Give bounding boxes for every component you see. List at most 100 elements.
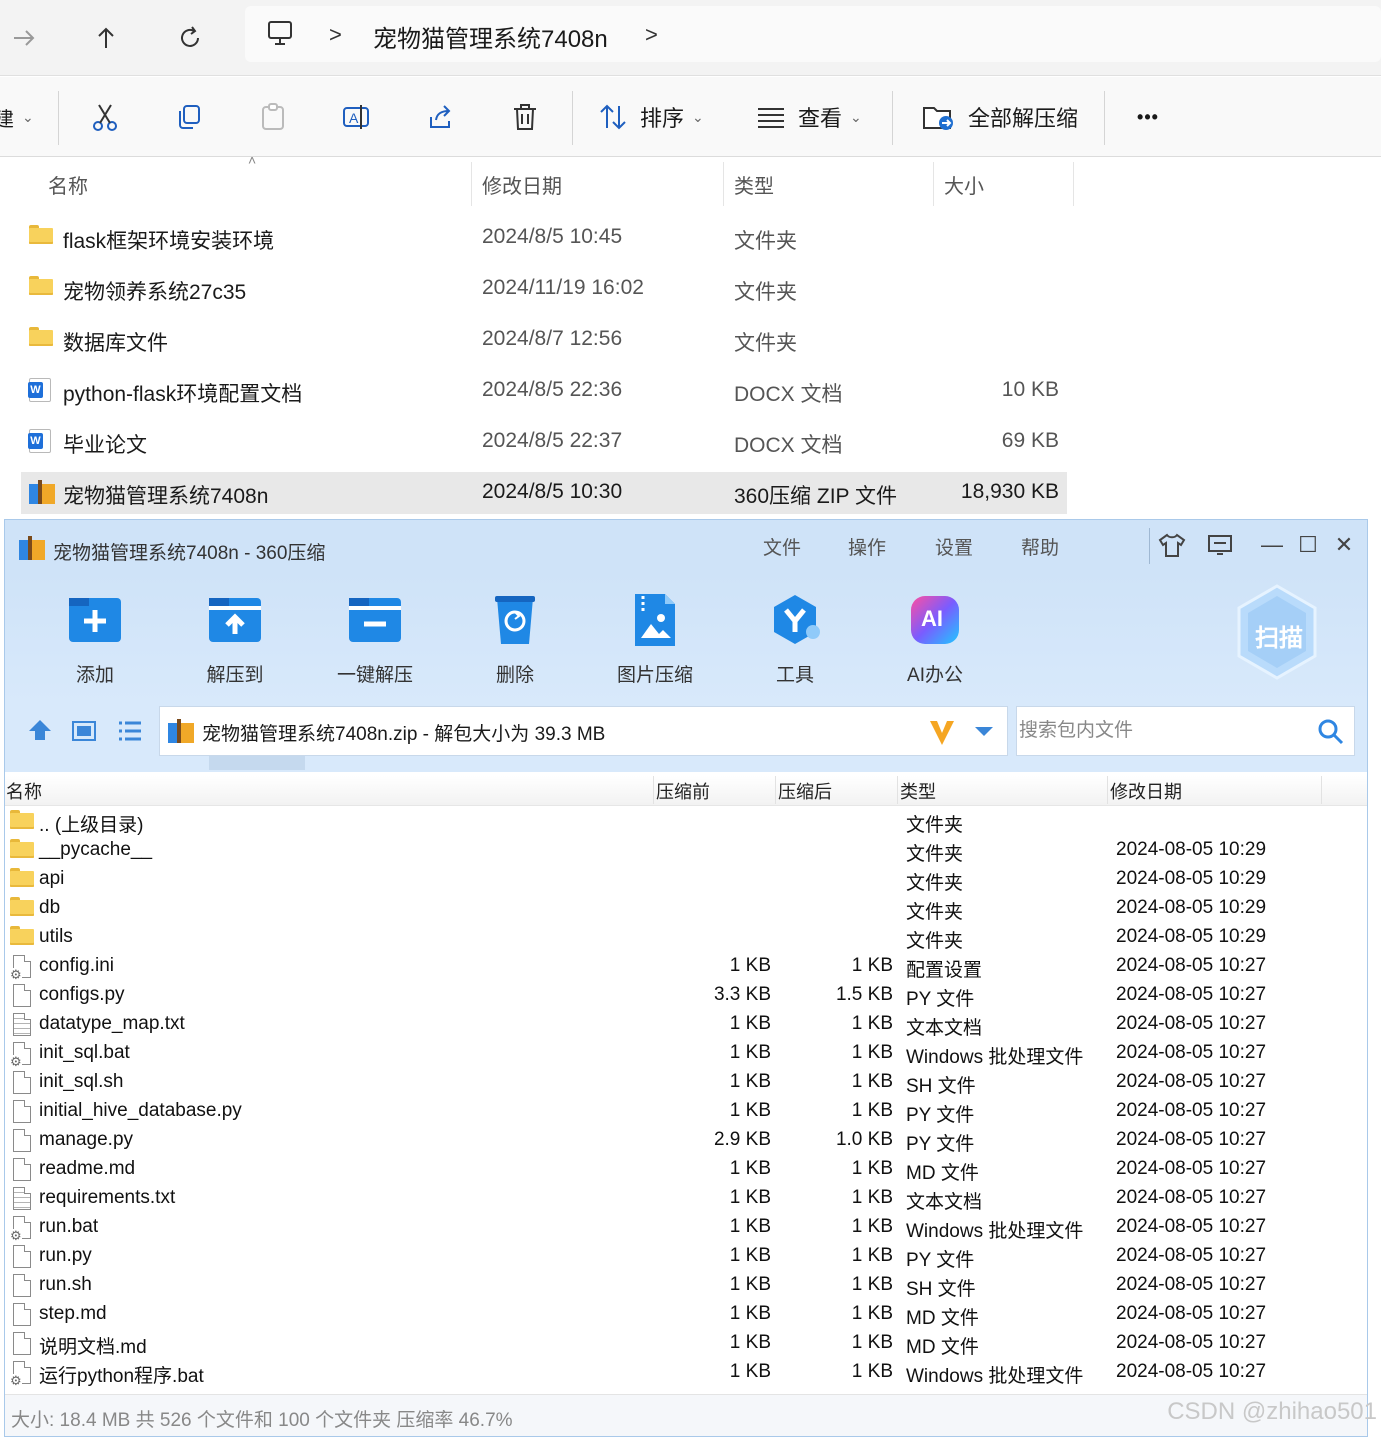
column-divider[interactable] xyxy=(1321,776,1322,804)
close-button[interactable]: ✕ xyxy=(1329,530,1359,560)
new-button[interactable]: 建 ⌄ xyxy=(0,97,34,137)
archive-entry-row[interactable]: run.sh 1 KB 1 KB SH 文件 2024-08-05 10:27 xyxy=(5,1271,1367,1300)
column-date[interactable]: 修改日期 xyxy=(482,170,562,199)
column-divider[interactable] xyxy=(897,776,898,804)
column-divider[interactable] xyxy=(723,162,724,206)
v-logo-icon[interactable] xyxy=(928,717,956,752)
archive-entry-row[interactable]: __pycache__ 文件夹 2024-08-05 10:29 xyxy=(5,836,1367,865)
breadcrumb-separator[interactable]: > xyxy=(645,22,658,48)
archive-entry-row[interactable]: init_sql.bat 1 KB 1 KB Windows 批处理文件 2024-08… xyxy=(5,1039,1367,1068)
column-divider[interactable] xyxy=(775,776,776,804)
extract-folder-icon xyxy=(923,107,953,130)
image-compress-button[interactable]: 图片压缩 xyxy=(600,592,710,702)
add-button[interactable]: 添加 xyxy=(40,592,150,702)
entry-icon-slot xyxy=(10,955,34,981)
file-row[interactable]: 宠物猫管理系统7408n 2024/8/5 10:30 360压缩 ZIP 文件 18… xyxy=(21,472,1067,514)
tools-button[interactable]: 工具 xyxy=(740,592,850,702)
file-name: flask框架环境安装环境 xyxy=(63,230,275,253)
search-icon[interactable] xyxy=(1317,718,1345,751)
archive-entry-row[interactable]: utils 文件夹 2024-08-05 10:29 xyxy=(5,923,1367,952)
entry-size-before: 1 KB xyxy=(729,955,771,976)
column-divider[interactable] xyxy=(1107,776,1108,804)
file-name: 宠物猫管理系统7408n xyxy=(63,485,269,508)
archive-entry-row[interactable]: 说明文档.md 1 KB 1 KB MD 文件 2024-08-05 10:27 xyxy=(5,1329,1367,1358)
archive-entry-row[interactable]: api 文件夹 2024-08-05 10:29 xyxy=(5,865,1367,894)
archive-entry-row[interactable]: init_sql.sh 1 KB 1 KB SH 文件 2024-08-05 10:27 xyxy=(5,1068,1367,1097)
maximize-button[interactable]: ☐ xyxy=(1293,530,1323,560)
archive-entry-row[interactable]: manage.py 2.9 KB 1.0 KB PY 文件 2024-08-05 10:… xyxy=(5,1126,1367,1155)
archive-entry-row[interactable]: step.md 1 KB 1 KB MD 文件 2024-08-05 10:27 xyxy=(5,1300,1367,1329)
entry-name: __pycache__ xyxy=(39,839,153,860)
extract-to-button[interactable]: 解压到 xyxy=(180,592,290,702)
thumbnail-view-icon[interactable] xyxy=(71,720,97,747)
forward-arrow-icon[interactable] xyxy=(4,18,44,58)
delete-tool-button[interactable]: 删除 xyxy=(460,592,570,702)
breadcrumb-current-folder[interactable]: 宠物猫管理系统7408n xyxy=(373,19,608,54)
archive-entry-row[interactable]: 运行python程序.bat 1 KB 1 KB Windows 批处理文件 2024-… xyxy=(5,1358,1367,1387)
skin-shirt-icon[interactable] xyxy=(1157,530,1187,560)
column-divider[interactable] xyxy=(471,162,472,206)
archive-entry-row[interactable]: config.ini 1 KB 1 KB 配置设置 2024-08-05 10:27 xyxy=(5,952,1367,981)
archive-path-field[interactable]: 宠物猫管理系统7408n.zip - 解包大小为 39.3 MB xyxy=(159,706,1008,756)
archive-entry-row[interactable]: requirements.txt 1 KB 1 KB 文本文档 2024-08-05 1… xyxy=(5,1184,1367,1213)
copy-button[interactable] xyxy=(172,97,206,137)
entry-icon-slot xyxy=(10,1013,34,1036)
sort-button[interactable]: 排序 ⌄ xyxy=(598,97,704,137)
chevron-down-icon[interactable] xyxy=(974,725,994,743)
archive-entry-row[interactable]: .. (上级目录) 文件夹 xyxy=(5,807,1367,836)
view-button[interactable]: 查看 ⌄ xyxy=(756,97,862,137)
list-view-icon[interactable] xyxy=(117,720,143,747)
archive-entry-row[interactable]: initial_hive_database.py 1 KB 1 KB PY 文件 202… xyxy=(5,1097,1367,1126)
scan-button[interactable]: 扫描 xyxy=(1235,584,1319,680)
computer-icon[interactable] xyxy=(265,18,295,53)
archive-entry-row[interactable]: datatype_map.txt 1 KB 1 KB 文本文档 2024-08-05 1… xyxy=(5,1010,1367,1039)
column-divider[interactable] xyxy=(653,776,654,804)
zip-title-bar[interactable]: 宠物猫管理系统7408n - 360压缩 文件 操作 设置 帮助 — ☐ ✕ xyxy=(5,520,1367,574)
file-row[interactable]: 数据库文件 2024/8/7 12:56 文件夹 xyxy=(21,319,1067,361)
column-name[interactable]: 名称 xyxy=(6,778,42,804)
menu-help[interactable]: 帮助 xyxy=(1021,533,1059,560)
feedback-icon[interactable] xyxy=(1205,530,1235,560)
address-bar[interactable]: > 宠物猫管理系统7408n > xyxy=(245,6,1381,62)
minimize-button[interactable]: — xyxy=(1257,530,1287,560)
entry-size-after: 1 KB xyxy=(851,1216,893,1237)
file-row[interactable]: python-flask环境配置文档 2024/8/5 22:36 DOCX 文档 1… xyxy=(21,370,1067,412)
entry-icon-slot xyxy=(10,1216,34,1242)
column-divider[interactable] xyxy=(933,162,934,206)
up-level-icon[interactable] xyxy=(27,718,53,747)
rename-button[interactable]: A xyxy=(340,97,374,137)
up-arrow-icon[interactable] xyxy=(86,18,126,58)
archive-entry-row[interactable]: configs.py 3.3 KB 1.5 KB PY 文件 2024-08-05 10… xyxy=(5,981,1367,1010)
file-row[interactable]: 毕业论文 2024/8/5 22:37 DOCX 文档 69 KB xyxy=(21,421,1067,463)
entry-icon-slot xyxy=(10,984,34,1007)
column-compressed-after[interactable]: 压缩后 xyxy=(778,778,832,804)
column-size[interactable]: 大小 xyxy=(944,170,984,199)
column-modified-date[interactable]: 修改日期 xyxy=(1110,778,1182,804)
archive-entry-row[interactable]: db 文件夹 2024-08-05 10:29 xyxy=(5,894,1367,923)
archive-entry-row[interactable]: run.bat 1 KB 1 KB Windows 批处理文件 2024-08-05 1… xyxy=(5,1213,1367,1242)
file-row[interactable]: 宠物领养系统27c35 2024/11/19 16:02 文件夹 xyxy=(21,268,1067,310)
ai-office-button[interactable]: AI AI办公 xyxy=(880,592,990,702)
archive-entry-row[interactable]: run.py 1 KB 1 KB PY 文件 2024-08-05 10:27 xyxy=(5,1242,1367,1271)
menu-file[interactable]: 文件 xyxy=(763,533,801,560)
refresh-icon[interactable] xyxy=(170,18,210,58)
cut-button[interactable] xyxy=(88,97,122,137)
column-compressed-before[interactable]: 压缩前 xyxy=(656,778,710,804)
extract-all-button[interactable]: 全部解压缩 xyxy=(922,97,1078,137)
column-type[interactable]: 类型 xyxy=(900,778,936,804)
zip-path-bar: 宠物猫管理系统7408n.zip - 解包大小为 39.3 MB xyxy=(5,704,1367,772)
delete-button[interactable] xyxy=(508,97,542,137)
share-button[interactable] xyxy=(424,97,458,137)
search-input[interactable] xyxy=(1019,717,1299,745)
column-type[interactable]: 类型 xyxy=(734,170,774,199)
menu-operations[interactable]: 操作 xyxy=(848,533,886,560)
search-box[interactable] xyxy=(1016,706,1355,756)
column-divider[interactable] xyxy=(1073,162,1074,206)
menu-settings[interactable]: 设置 xyxy=(935,533,973,560)
column-name[interactable]: 名称 xyxy=(48,170,88,199)
archive-entry-row[interactable]: readme.md 1 KB 1 KB MD 文件 2024-08-05 10:27 xyxy=(5,1155,1367,1184)
file-row[interactable]: flask框架环境安装环境 2024/8/5 10:45 文件夹 xyxy=(21,217,1067,259)
paste-button[interactable] xyxy=(256,97,290,137)
more-options-button[interactable]: ••• xyxy=(1130,97,1166,137)
one-click-extract-button[interactable]: 一键解压 xyxy=(320,592,430,702)
